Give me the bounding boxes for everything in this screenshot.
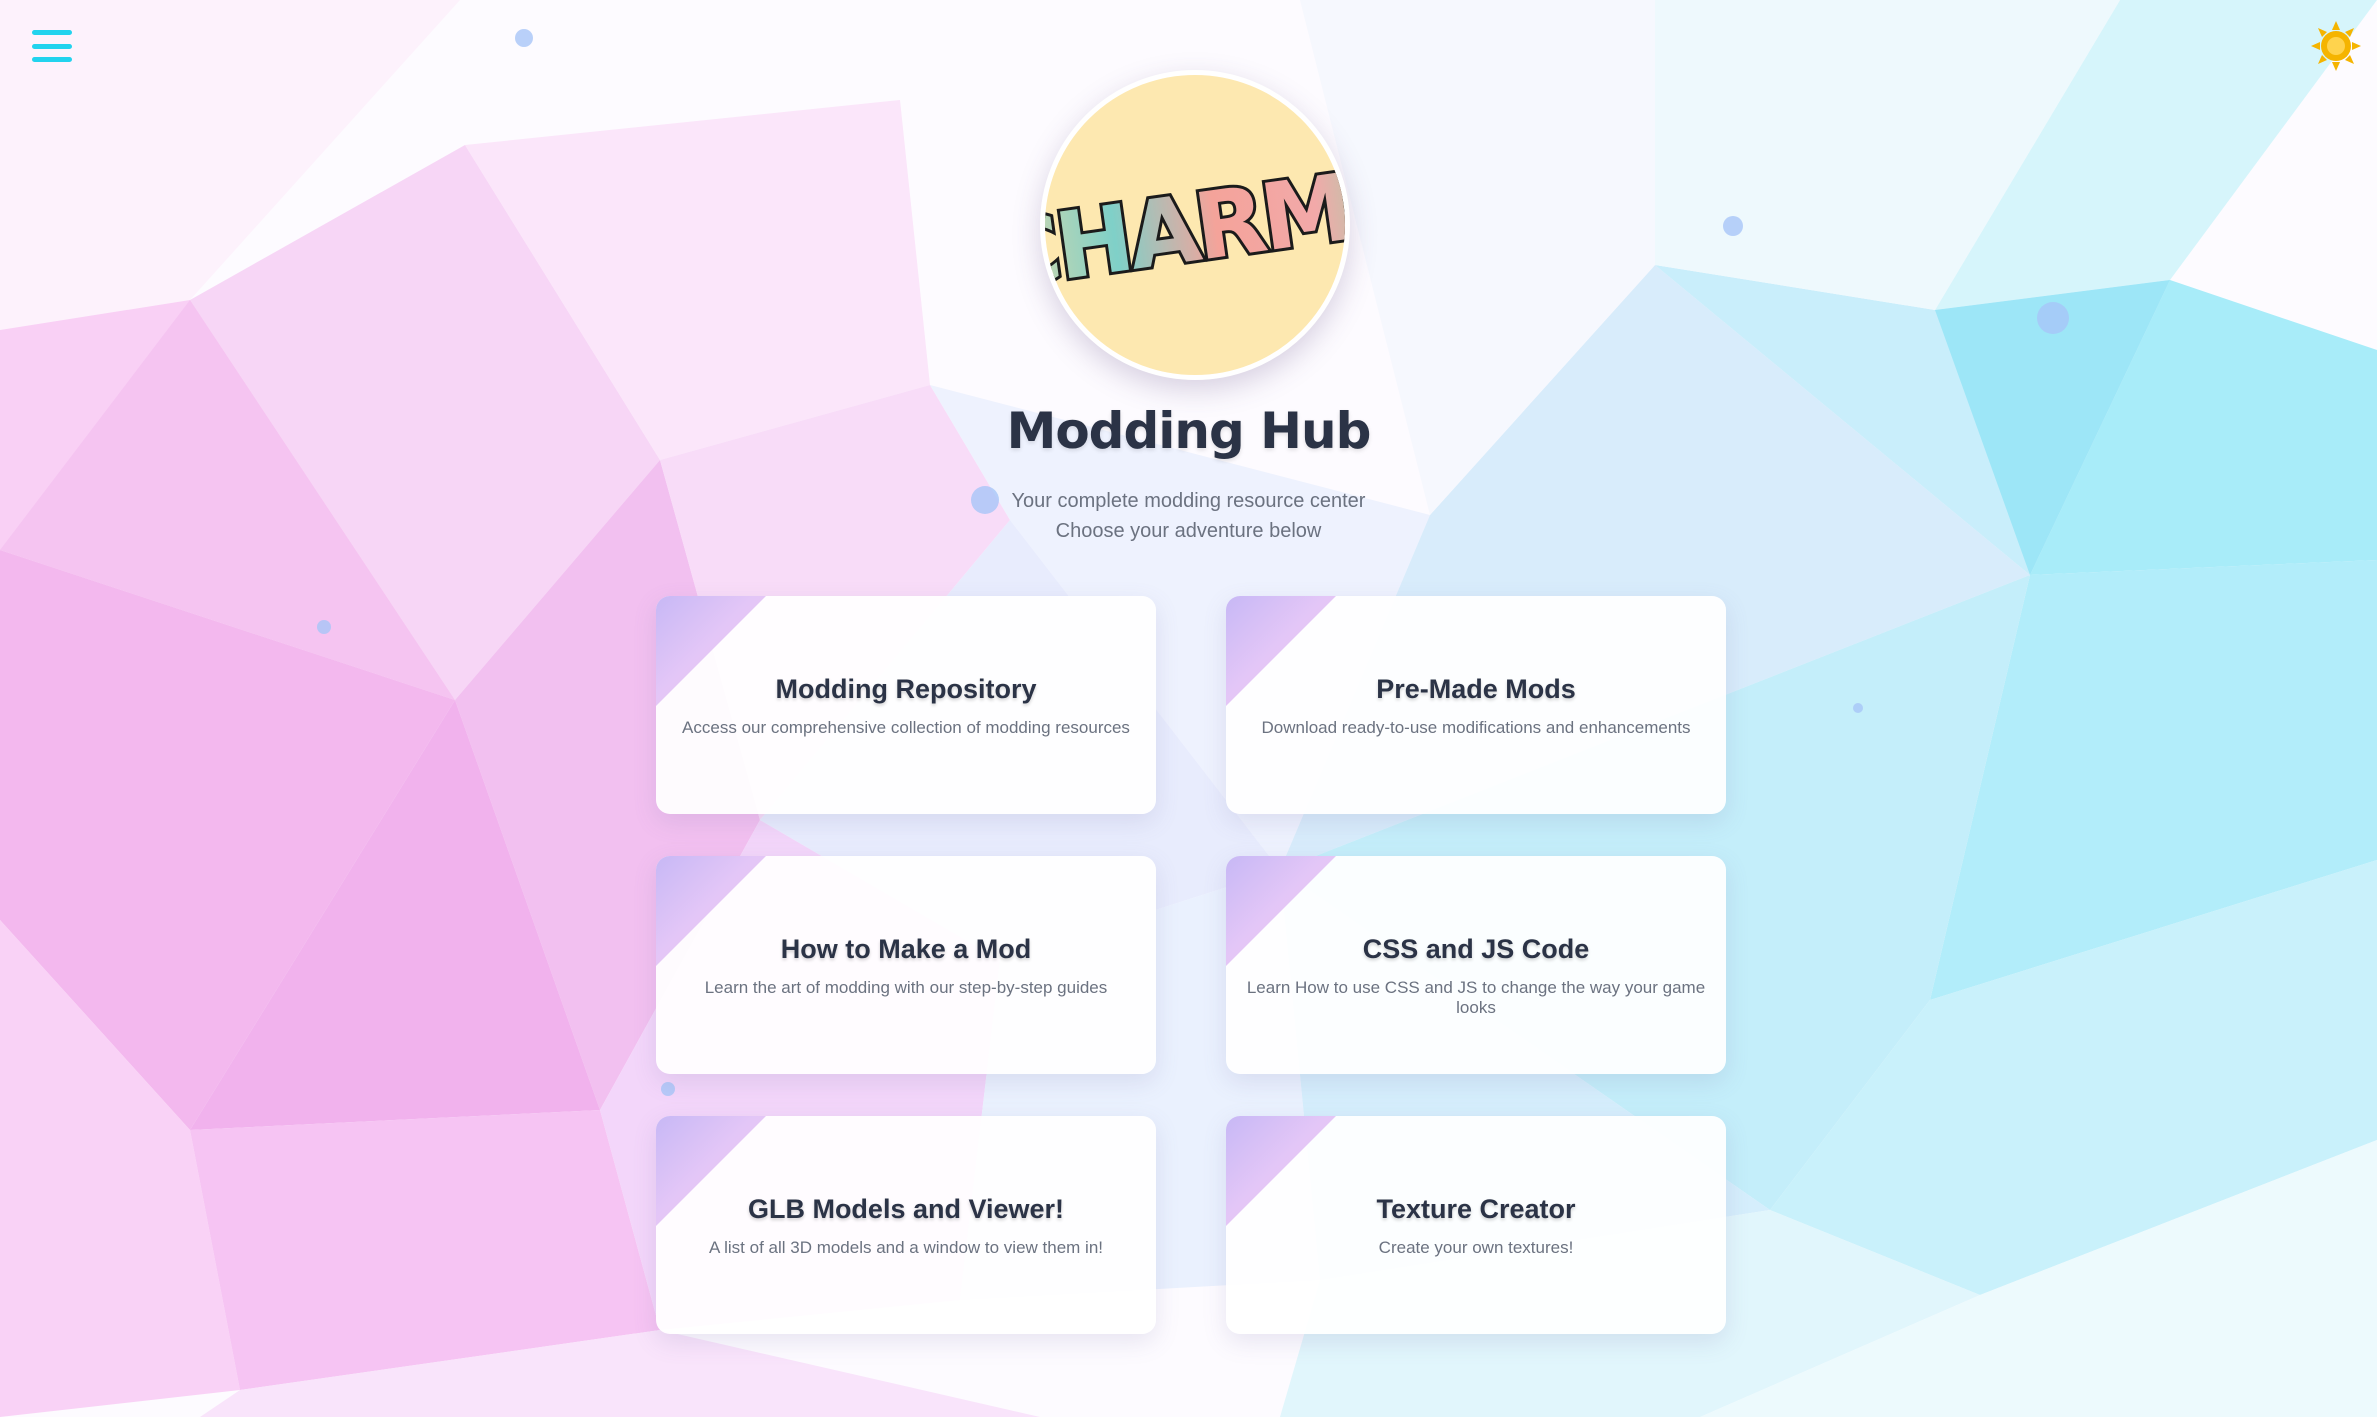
logo-text: CHARM? — [1045, 147, 1345, 310]
decor-dot — [1853, 703, 1863, 713]
card-description: Access our comprehensive collection of m… — [682, 718, 1130, 737]
decor-dot — [1723, 216, 1743, 236]
menu-bar — [32, 57, 72, 62]
sun-icon[interactable] — [2310, 20, 2362, 72]
card-title: Modding Repository — [775, 674, 1037, 704]
card-title: How to Make a Mod — [780, 934, 1032, 964]
decor-dot — [2037, 302, 2069, 334]
subtitle-line-2: Choose your adventure below — [1055, 520, 1322, 542]
card-pre-made-mods[interactable]: Pre-Made Mods Download ready-to-use modi… — [1226, 596, 1726, 814]
decor-dot — [661, 1082, 675, 1096]
card-description: Learn the art of modding with our step-b… — [704, 978, 1108, 997]
hamburger-menu-icon[interactable] — [32, 30, 72, 62]
page-title: Modding Hub — [1006, 402, 1372, 460]
card-css-and-js-code[interactable]: CSS and JS Code Learn How to use CSS and… — [1226, 856, 1726, 1074]
card-description: Download ready-to-use modifications and … — [1261, 718, 1691, 737]
charm-logo-art: CHARM? — [1045, 144, 1345, 313]
card-title: Texture Creator — [1376, 1194, 1576, 1224]
card-title: Pre-Made Mods — [1376, 674, 1576, 704]
card-texture-creator[interactable]: Texture Creator Create your own textures… — [1226, 1116, 1726, 1334]
decor-dot — [515, 29, 533, 47]
decor-dot — [317, 620, 331, 634]
card-title: GLB Models and Viewer! — [747, 1194, 1065, 1224]
card-glb-models-and-viewer[interactable]: GLB Models and Viewer! A list of all 3D … — [656, 1116, 1156, 1334]
card-modding-repository[interactable]: Modding Repository Access our comprehens… — [656, 596, 1156, 814]
subtitle-line-1: Your complete modding resource center — [1011, 490, 1366, 512]
card-title: CSS and JS Code — [1362, 934, 1590, 964]
card-description: Create your own textures! — [1378, 1238, 1574, 1257]
menu-bar — [32, 43, 72, 49]
card-description: Learn How to use CSS and JS to change th… — [1246, 978, 1706, 1017]
card-description: A list of all 3D models and a window to … — [708, 1238, 1104, 1257]
card-how-to-make-a-mod[interactable]: How to Make a Mod Learn the art of moddi… — [656, 856, 1156, 1074]
charm-logo[interactable]: CHARM? — [1040, 70, 1350, 380]
menu-bar — [32, 30, 72, 35]
